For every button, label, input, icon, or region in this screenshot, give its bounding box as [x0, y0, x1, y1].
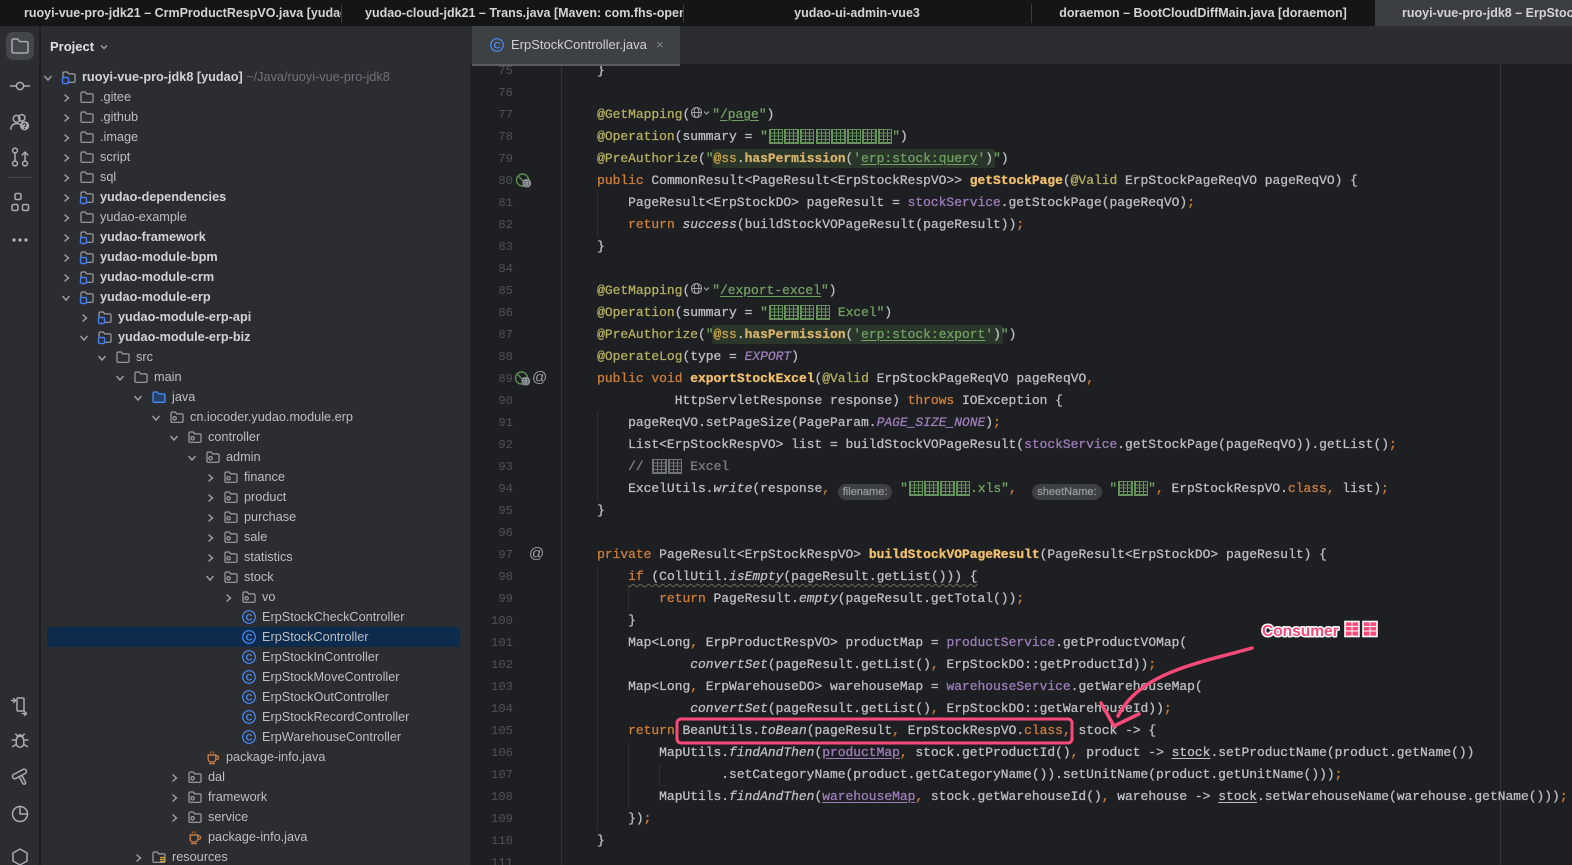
- svg-text:C: C: [246, 732, 253, 743]
- svg-text:C: C: [246, 712, 253, 723]
- svg-text:Consumer: Consumer: [1262, 623, 1339, 640]
- svg-text:C: C: [246, 612, 253, 623]
- svg-text:C: C: [246, 632, 253, 643]
- svg-text:C: C: [246, 672, 253, 683]
- svg-text:C: C: [246, 692, 253, 703]
- svg-text:C: C: [246, 652, 253, 663]
- svg-text:C: C: [494, 40, 501, 51]
- svg-text:?: ?: [22, 122, 27, 131]
